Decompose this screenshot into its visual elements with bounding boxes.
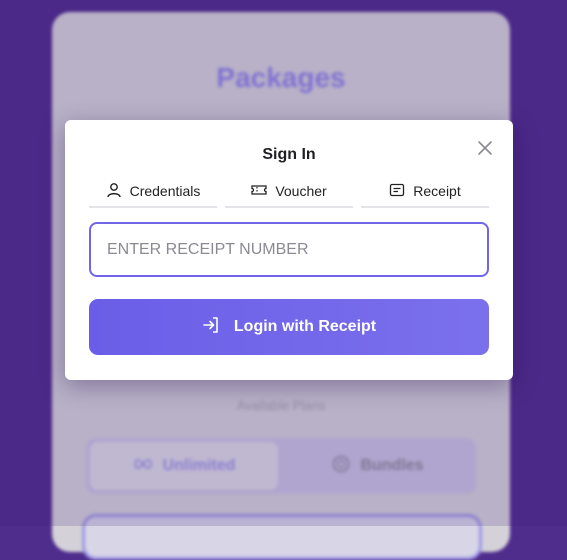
tab-voucher-label: Voucher (275, 183, 327, 199)
tab-credentials-label: Credentials (129, 183, 201, 199)
receipt-number-input[interactable] (89, 222, 489, 277)
modal-title: Sign In (262, 146, 316, 163)
tab-credentials[interactable]: Credentials (89, 176, 217, 208)
login-with-receipt-button[interactable]: Login with Receipt (89, 299, 489, 355)
sign-in-modal: Sign In Credentials Voucher Receipt Logi… (65, 120, 513, 380)
receipt-icon (389, 183, 405, 200)
tab-receipt-label: Receipt (413, 183, 461, 199)
login-button-label: Login with Receipt (233, 318, 377, 335)
user-icon (106, 182, 122, 201)
tab-voucher[interactable]: Voucher (225, 176, 353, 208)
login-icon (202, 316, 220, 339)
ticket-icon (251, 183, 267, 200)
tab-receipt[interactable]: Receipt (361, 176, 489, 208)
